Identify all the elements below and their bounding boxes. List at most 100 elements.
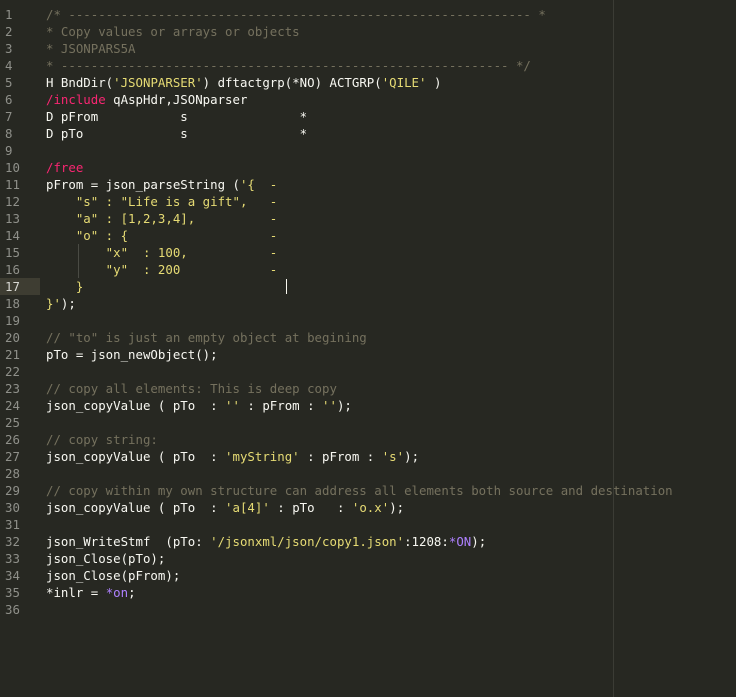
code-line[interactable]: "a" : [1,2,3,4], - [46,210,736,227]
code-line[interactable]: "o" : { - [46,227,736,244]
line-number: 36 [5,602,20,617]
code-line[interactable]: /include qAspHdr,JSONparser [46,91,736,108]
code-token: ); [404,449,420,464]
code-line[interactable]: // copy all elements: This is deep copy [46,380,736,397]
code-line[interactable] [46,142,736,159]
code-line[interactable]: json_Close(pTo); [46,550,736,567]
code-line[interactable]: *inlr = *on; [46,584,736,601]
code-line[interactable]: }'); [46,295,736,312]
code-line[interactable]: "s" : "Life is a gift", - [46,193,736,210]
code-line[interactable]: json_copyValue ( pTo : '' : pFrom : ''); [46,397,736,414]
code-line[interactable]: * Copy values or arrays or objects [46,23,736,40]
code-line[interactable]: H BndDir('JSONPARSER') dftactgrp(*NO) AC… [46,74,736,91]
code-line[interactable]: json_WriteStmf (pTo: '/jsonxml/json/copy… [46,533,736,550]
code-token: *inlr = [46,585,106,600]
code-token: json_WriteStmf (pTo: [46,534,211,549]
code-token: /include [46,92,106,107]
code-token: ); [336,398,352,413]
line-number: 9 [5,143,13,158]
code-token: // copy string: [46,432,158,447]
code-token: ); [60,296,76,311]
code-token: '/jsonxml/json/copy1.json' [210,534,405,549]
code-line[interactable]: * --------------------------------------… [46,57,736,74]
code-line[interactable] [46,465,736,482]
line-number: 8 [5,126,13,141]
line-number: 2 [5,24,13,39]
code-token: // copy all elements: This is deep copy [46,381,337,396]
line-number: 3 [5,41,13,56]
code-line[interactable]: D pTo s * [46,125,736,142]
line-number: 35 [5,585,20,600]
line-number: 13 [5,211,20,226]
code-line[interactable]: /free [46,159,736,176]
code-token: json_Close(pTo); [46,551,166,566]
text-cursor [286,279,287,294]
code-line[interactable]: // "to" is just an empty object at begin… [46,329,736,346]
code-line[interactable] [46,601,736,618]
code-token: * JSONPARS5A [46,41,136,56]
code-token: /free [46,160,84,175]
code-line[interactable]: pTo = json_newObject(); [46,346,736,363]
code-token: 'QILE' [381,75,427,90]
line-number: 12 [5,194,20,209]
code-token: 'JSONPARSER' [113,75,203,90]
line-number: 17 [5,279,20,294]
indent-guide [78,244,79,278]
code-line[interactable] [46,414,736,431]
code-line[interactable]: D pFrom s * [46,108,736,125]
code-token: '{ - [239,177,278,192]
code-token: "x" : 100, - [46,245,278,260]
code-token: 'a[4]' [225,500,270,515]
code-line[interactable] [46,312,736,329]
line-number: 27 [5,449,20,464]
code-line[interactable]: json_copyValue ( pTo : 'a[4]' : pTo : 'o… [46,499,736,516]
line-number: 32 [5,534,20,549]
code-line[interactable]: json_Close(pFrom); [46,567,736,584]
code-token: : pTo : [269,500,352,515]
code-token: ; [128,585,136,600]
line-number: 4 [5,58,13,73]
code-line[interactable]: "x" : 100, - [46,244,736,261]
code-line[interactable]: "y" : 200 - [46,261,736,278]
code-line[interactable]: } [46,278,736,295]
code-token: json_copyValue ( pTo : [46,449,226,464]
code-token: H BndDir( [46,75,114,90]
wrap-guide-ruler [613,0,614,697]
code-line[interactable]: // copy within my own structure can addr… [46,482,736,499]
code-token: json_copyValue ( pTo : [46,398,226,413]
code-line[interactable] [46,516,736,533]
code-token: json_copyValue ( pTo : [46,500,226,515]
line-number: 16 [5,262,20,277]
code-token: "a" : [1,2,3,4], - [46,211,278,226]
code-line[interactable]: pFrom = json_parseString ('{ - [46,176,736,193]
line-number-gutter: 1 2 3 4 5 6 7 8 9 10 11 12 13 14 15 16 17 18 19 20 21 22 23 24 2… [0,6,40,618]
code-token: "y" : 200 - [46,262,278,277]
code-line[interactable]: * JSONPARS5A [46,40,736,57]
code-line[interactable] [46,363,736,380]
code-token: // copy within my own structure can addr… [46,483,673,498]
line-number: 5 [5,75,13,90]
code-token: ) [426,75,442,90]
line-number: 25 [5,415,20,430]
code-token: : pFrom : [299,449,382,464]
code-line[interactable]: // copy string: [46,431,736,448]
code-token: } [46,279,84,294]
code-line[interactable]: /* -------------------------------------… [46,6,736,23]
line-number: 10 [5,160,20,175]
code-token: ); [471,534,487,549]
code-token: *ON [448,534,472,549]
line-number: 34 [5,568,20,583]
line-number: 29 [5,483,20,498]
code-editor[interactable]: 1 2 3 4 5 6 7 8 9 10 11 12 13 14 15 16 17 18 19 20 21 22 23 24 2… [0,0,736,697]
code-area[interactable]: /* -------------------------------------… [46,6,736,618]
code-token: }' [46,296,61,311]
code-line[interactable]: json_copyValue ( pTo : 'myString' : pFro… [46,448,736,465]
code-token: ) dftactgrp(*NO) ACTGRP( [202,75,382,90]
code-token: D pTo s * [46,126,308,141]
code-token: * --------------------------------------… [46,58,531,73]
line-number: 18 [5,296,20,311]
code-token: pTo = json_newObject(); [46,347,218,362]
line-number: 24 [5,398,20,413]
code-token: D pFrom s * [46,109,308,124]
code-token: json_Close(pFrom); [46,568,181,583]
